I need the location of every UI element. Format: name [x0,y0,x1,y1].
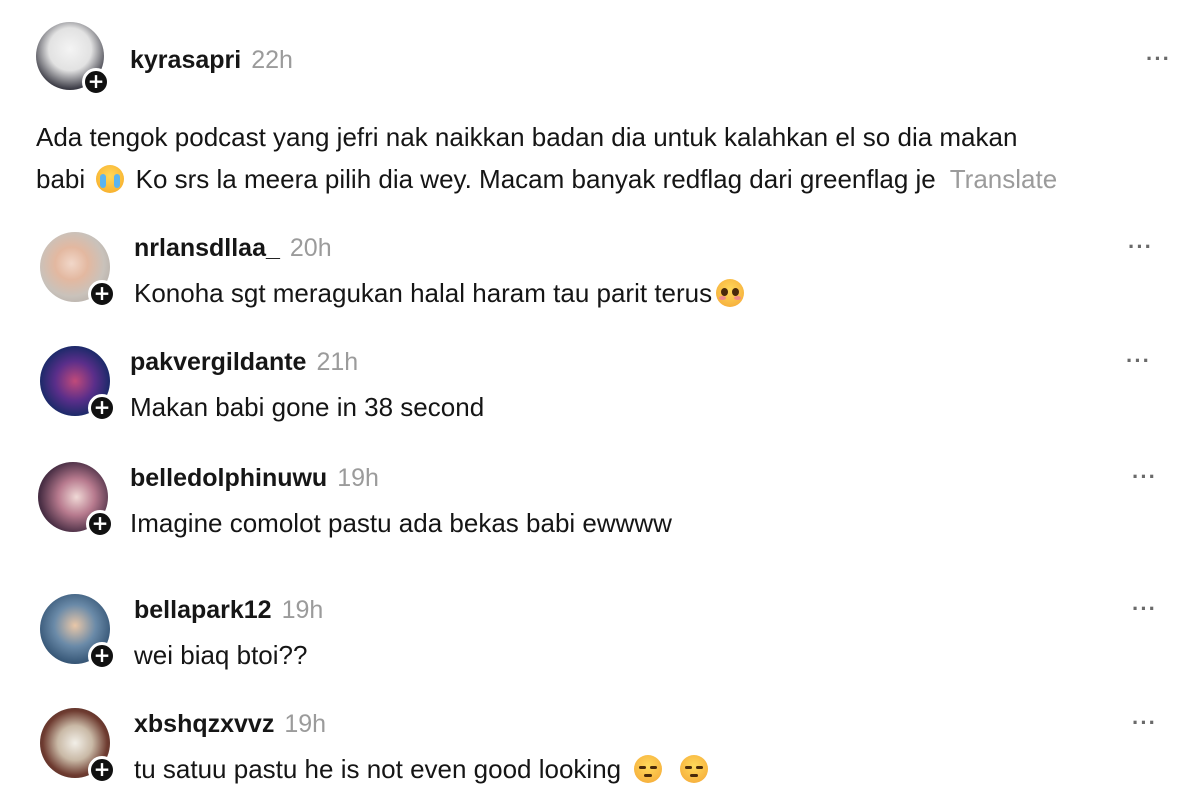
comment-timestamp: 21h [316,348,359,376]
more-icon[interactable]: ··· [1126,348,1151,374]
comment-username[interactable]: belledolphinuwu 19h [130,464,379,493]
post-username[interactable]: kyrasapri 22h [130,46,293,75]
more-icon[interactable]: ··· [1132,710,1157,736]
username-text[interactable]: bellapark12 [134,596,272,624]
post-text-line1: Ada tengok podcast yang jefri nak naikka… [36,122,1018,152]
translate-link[interactable]: Translate [950,164,1057,194]
username-text[interactable]: nrlansdllaa_ [134,234,280,262]
post-body: Ada tengok podcast yang jefri nak naikka… [36,116,1186,200]
follow-plus-icon[interactable]: + [86,510,114,538]
post-author-avatar[interactable]: + [36,22,110,96]
comment-text: tu satuu pastu he is not even good looki… [134,748,712,790]
comment-avatar[interactable]: + [40,594,116,670]
pleading-emoji-icon [716,279,745,307]
more-icon[interactable]: ··· [1128,234,1153,260]
comment-avatar[interactable]: + [40,346,116,422]
comment-text-content: wei biaq btoi?? [134,640,308,670]
crying-emoji-icon [96,165,125,193]
comment-timestamp: 20h [289,234,332,262]
follow-plus-icon[interactable]: + [88,642,116,670]
comment-username[interactable]: nrlansdllaa_ 20h [134,234,332,263]
comment-timestamp: 19h [281,596,324,624]
follow-plus-icon[interactable]: + [88,280,116,308]
follow-plus-icon[interactable]: + [88,394,116,422]
comment-username[interactable]: xbshqzxvvz 19h [134,710,326,739]
comment-username[interactable]: bellapark12 19h [134,596,323,625]
username-text[interactable]: pakvergildante [130,348,306,376]
comment-avatar[interactable]: + [38,462,114,538]
comment-timestamp: 19h [337,464,379,492]
comment-text: Konoha sgt meragukan halal haram tau par… [134,272,748,314]
more-icon[interactable]: ··· [1132,596,1157,622]
post-timestamp: 22h [251,46,293,74]
pensive-emoji-icon [679,755,708,783]
comment-text-content: Konoha sgt meragukan halal haram tau par… [134,278,713,308]
username-text[interactable]: belledolphinuwu [130,464,327,492]
username-text[interactable]: kyrasapri [130,46,241,74]
comment-text: Imagine comolot pastu ada bekas babi eww… [130,502,672,544]
comment-text-content: Makan babi gone in 38 second [130,392,485,422]
comment-text: wei biaq btoi?? [134,634,307,676]
comment-text-content: Imagine comolot pastu ada bekas babi eww… [130,508,672,538]
follow-plus-icon[interactable]: + [88,756,116,784]
more-icon[interactable]: ··· [1132,464,1157,490]
comment-username[interactable]: pakvergildante 21h [130,348,358,377]
username-text[interactable]: xbshqzxvvz [134,710,274,738]
pensive-emoji-icon [634,755,663,783]
post-text-word: babi [36,164,86,194]
comment-avatar[interactable]: + [40,708,116,784]
follow-plus-icon[interactable]: + [82,68,110,96]
post-text-line2: babi Ko srs la meera pilih dia wey. Maca… [36,158,1186,200]
comment-timestamp: 19h [284,710,327,738]
comment-text: Makan babi gone in 38 second [130,386,484,428]
post-text-rest: Ko srs la meera pilih dia wey. Macam ban… [135,164,936,194]
comment-text-content: tu satuu pastu he is not even good looki… [134,754,622,784]
comment-avatar[interactable]: + [40,232,116,308]
more-icon[interactable]: ··· [1146,46,1171,72]
